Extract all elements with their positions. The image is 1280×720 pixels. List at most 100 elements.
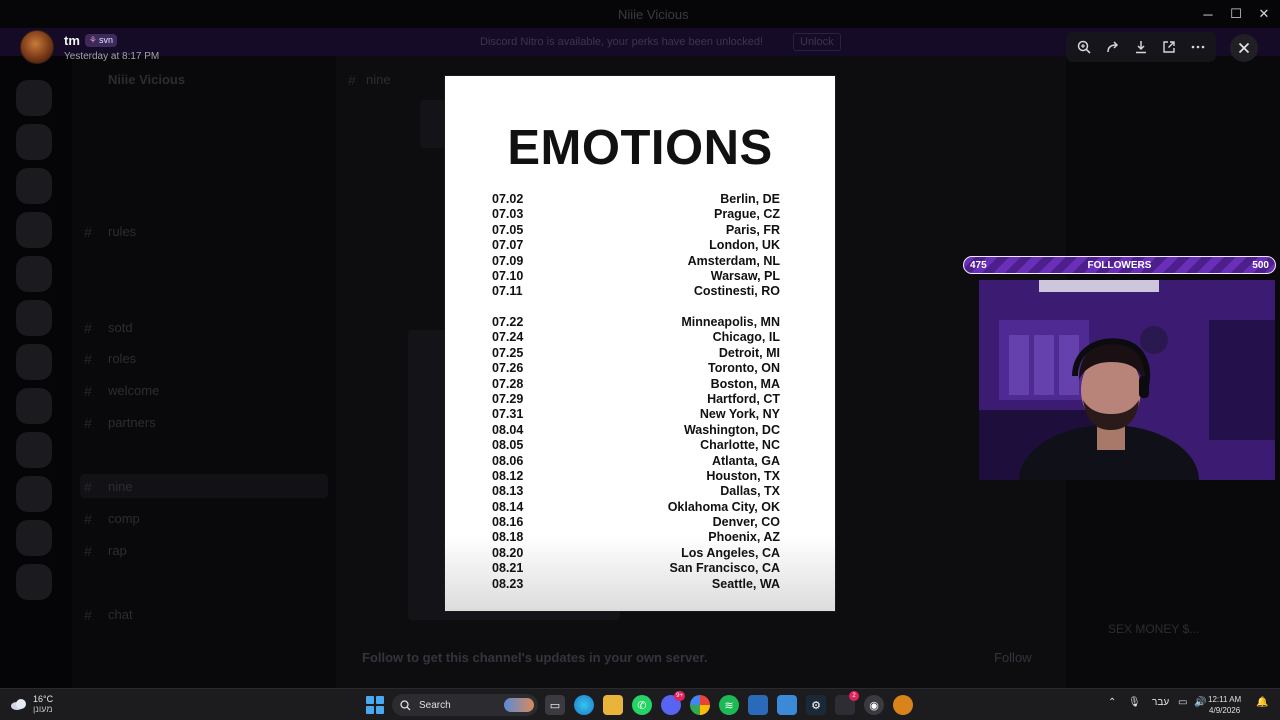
- channel-item[interactable]: chat: [108, 607, 133, 622]
- server-name[interactable]: Niiie Vicious: [108, 72, 185, 87]
- channel-item[interactable]: nine: [108, 479, 133, 494]
- tour-city: Hartford, CT: [707, 391, 780, 406]
- poster-title: EMOTIONS: [507, 121, 773, 175]
- start-icon[interactable]: [366, 696, 384, 714]
- tour-city: Phoenix, AZ: [708, 530, 780, 545]
- server-icon[interactable]: [16, 344, 52, 380]
- minimize-icon[interactable]: ─: [1198, 4, 1218, 24]
- tour-city: Denver, CO: [712, 515, 780, 530]
- channel-item[interactable]: roles: [108, 351, 136, 366]
- microphone-icon[interactable]: 🎙: [1128, 697, 1141, 708]
- tour-date-row: 07.05 Paris, FR: [492, 223, 780, 238]
- tour-date: 07.28: [492, 376, 524, 391]
- title-bar: Niiie Vicious: [0, 0, 1280, 28]
- steam-icon[interactable]: ⚙: [806, 695, 826, 715]
- server-icon[interactable]: [16, 80, 52, 116]
- clock-date: 4/9/2026: [1209, 706, 1241, 715]
- maximize-icon[interactable]: ☐: [1226, 4, 1246, 24]
- spotify-icon[interactable]: ≋: [719, 695, 739, 715]
- fl-studio-icon[interactable]: [893, 695, 913, 715]
- server-icon[interactable]: [16, 432, 52, 468]
- member-name[interactable]: SEX MONEY $...: [1108, 622, 1199, 636]
- username[interactable]: tm: [64, 33, 80, 48]
- app-icon[interactable]: 2: [835, 691, 859, 715]
- tag-icon: ⚘: [88, 34, 97, 45]
- server-icon[interactable]: [16, 388, 52, 424]
- tour-date: 07.05: [492, 222, 524, 237]
- task-view-icon[interactable]: ▭: [545, 695, 565, 715]
- tour-dates-europe: 07.02 Berlin, DE 07.03 Prague, CZ 07.05 Paris…: [492, 192, 780, 300]
- server-icon[interactable]: [16, 168, 52, 204]
- follower-goal-bar: 475 FOLLOWERS 500: [963, 256, 1276, 274]
- clock[interactable]: 12:11 AM 4/9/2026: [1208, 694, 1241, 716]
- whatsapp-icon[interactable]: ✆: [632, 695, 652, 715]
- tour-date-row: 08.23 Seattle, WA: [492, 577, 780, 592]
- tour-date: 07.22: [492, 315, 524, 329]
- tour-city: Minneapolis, MN: [681, 315, 780, 329]
- server-icon[interactable]: [16, 256, 52, 292]
- weather-widget[interactable]: 16°C מעונן: [10, 694, 53, 714]
- notice-action-button[interactable]: Unlock: [793, 33, 841, 51]
- discord-icon[interactable]: 9+: [661, 691, 685, 715]
- tour-date-row: 07.22 Minneapolis, MN: [492, 315, 780, 330]
- viewer-toolbar: [1066, 32, 1216, 62]
- download-icon[interactable]: [1128, 34, 1154, 60]
- channel-item[interactable]: rules: [108, 224, 136, 239]
- tour-city: Dallas, TX: [720, 484, 780, 499]
- follower-label: FOLLOWERS: [1087, 259, 1152, 271]
- tour-city: Washington, DC: [683, 422, 780, 437]
- server-icon[interactable]: [16, 300, 52, 336]
- search-input[interactable]: Search: [392, 694, 538, 716]
- close-icon[interactable]: [1230, 34, 1258, 62]
- chrome-icon[interactable]: [690, 695, 710, 715]
- file-explorer-icon[interactable]: [603, 695, 623, 715]
- tour-date-row: 07.29 Hartford, CT: [492, 392, 780, 407]
- tour-date: 08.13: [492, 484, 524, 499]
- tour-date: 07.09: [492, 253, 524, 268]
- channel-item[interactable]: sotd: [108, 320, 133, 335]
- network-icon[interactable]: ▭: [1178, 697, 1187, 708]
- follow-button[interactable]: Follow: [994, 650, 1032, 665]
- server-icon[interactable]: [16, 520, 52, 556]
- server-icon[interactable]: [16, 564, 52, 600]
- follow-prompt: Follow to get this channel's updates in …: [362, 650, 708, 665]
- server-icon[interactable]: [16, 476, 52, 512]
- avatar[interactable]: [20, 30, 54, 64]
- tour-date: 07.31: [492, 407, 524, 422]
- volume-icon[interactable]: 🔊: [1194, 697, 1206, 708]
- tour-date-row: 07.28 Boston, MA: [492, 377, 780, 392]
- tour-city: London, UK: [709, 238, 780, 253]
- tour-date: 08.14: [492, 499, 524, 514]
- channel-item[interactable]: welcome: [108, 383, 159, 398]
- notification-icon[interactable]: 🔔: [1256, 697, 1268, 708]
- photos-icon[interactable]: [748, 695, 768, 715]
- chevron-up-icon[interactable]: ⌃: [1108, 697, 1116, 708]
- tour-date-row: 07.31 New York, NY: [492, 407, 780, 422]
- tour-date-row: 08.14 Oklahoma City, OK: [492, 500, 780, 515]
- server-icon[interactable]: [16, 212, 52, 248]
- channel-item[interactable]: partners: [108, 415, 156, 430]
- edge-icon[interactable]: [574, 695, 594, 715]
- tour-city: Los Angeles, CA: [681, 545, 780, 560]
- server-icon[interactable]: [16, 124, 52, 160]
- notepad-icon[interactable]: [777, 695, 797, 715]
- tour-poster-image[interactable]: EMOTIONS 07.02 Berlin, DE 07.03 Prague, CZ 0…: [445, 76, 835, 611]
- language-indicator[interactable]: עבר: [1152, 697, 1169, 708]
- window-close-icon[interactable]: ✕: [1254, 4, 1274, 24]
- tour-date-row: 07.24 Chicago, IL: [492, 330, 780, 345]
- channel-item[interactable]: comp: [108, 511, 140, 526]
- tour-date: 07.03: [492, 207, 524, 222]
- tour-date-row: 08.05 Charlotte, NC: [492, 438, 780, 453]
- channel-item[interactable]: rap: [108, 543, 127, 558]
- zoom-icon[interactable]: [1071, 34, 1097, 60]
- follower-goal: 500: [1252, 259, 1269, 271]
- tour-date: 08.18: [492, 530, 524, 545]
- tour-date: 07.07: [492, 238, 524, 253]
- tour-city: Boston, MA: [710, 376, 780, 391]
- open-external-icon[interactable]: [1156, 34, 1182, 60]
- tour-date-row: 08.18 Phoenix, AZ: [492, 530, 780, 545]
- obs-icon[interactable]: ◉: [864, 695, 884, 715]
- tour-date: 07.25: [492, 345, 524, 360]
- forward-icon[interactable]: [1100, 34, 1126, 60]
- more-icon[interactable]: [1185, 34, 1211, 60]
